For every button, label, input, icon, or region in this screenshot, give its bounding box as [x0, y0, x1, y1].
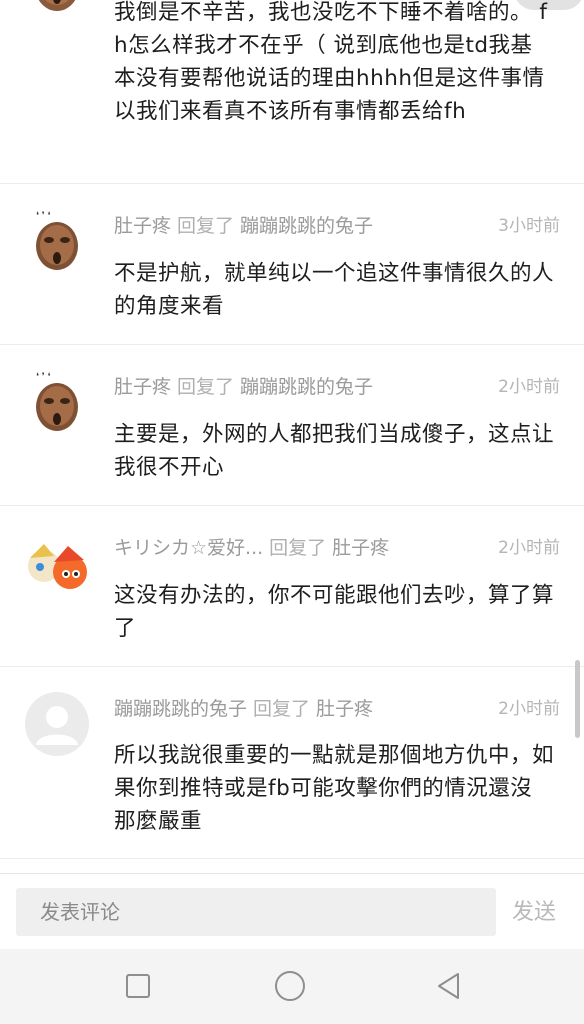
triangle-back-icon[interactable]: [432, 969, 466, 1003]
mask-avatar-icon[interactable]: ❛ ❜ ❛: [24, 369, 90, 435]
comment-text[interactable]: 不是护航，就单纯以一个追这件事情很久的人的角度来看: [114, 257, 554, 323]
comment-item: 我倒是不辛苦，我也没吃不下睡不着啥的。 fh怎么样我才不在乎（ 说到底他也是td…: [0, 0, 584, 184]
send-button[interactable]: 发送: [512, 894, 556, 926]
comment-item: ❛ ❜ ❛ 肚子疼 回复了 蹦蹦跳跳的兔子 3小时前 不是护航，就单纯以一个追这件事…: [0, 184, 584, 345]
svg-text:❛ ❜ ❛: ❛ ❜ ❛: [36, 211, 51, 221]
svg-text:❛ ❜ ❛: ❛ ❜ ❛: [36, 372, 51, 382]
reply-label: 回复了: [253, 698, 311, 720]
reply-label: 回复了: [177, 215, 235, 237]
system-navigation-bar: [0, 949, 584, 1024]
anime-avatar-icon[interactable]: [24, 536, 90, 602]
comment-input[interactable]: [16, 888, 496, 936]
reply-target-name[interactable]: 蹦蹦跳跳的兔子: [240, 372, 373, 399]
author-name[interactable]: 肚子疼: [114, 211, 171, 238]
comment-item: キリシカ☆爱好... 回复了 肚子疼 2小时前 这没有办法的，你不可能跟他们去吵，算…: [0, 506, 584, 667]
mask-avatar-icon[interactable]: [24, 0, 90, 16]
circle-home-icon[interactable]: [273, 969, 307, 1003]
comment-item: 蹦蹦跳跳的兔子 回复了 肚子疼 2小时前 所以我說很重要的一點就是那個地方仇中，如果…: [0, 667, 584, 859]
comment-meta: 肚子疼 回复了 蹦蹦跳跳的兔子 3小时前: [114, 211, 560, 241]
default-user-icon[interactable]: [24, 691, 90, 757]
comment-text[interactable]: 所以我說很重要的一點就是那個地方仇中，如果你到推特或是fb可能攻擊你們的情況還沒…: [114, 739, 554, 838]
comment-item: ❛ ❜ ❛ 肚子疼 回复了 蹦蹦跳跳的兔子 2小时前 主要是，外网的人都把我们当成傻…: [0, 345, 584, 506]
comment-feed[interactable]: 我倒是不辛苦，我也没吃不下睡不着啥的。 fh怎么样我才不在乎（ 说到底他也是td…: [0, 0, 584, 872]
comment-time: 2小时前: [498, 699, 560, 719]
scrollbar[interactable]: [575, 660, 580, 738]
reply-target-name[interactable]: 蹦蹦跳跳的兔子: [240, 211, 373, 238]
comment-text: 我倒是不辛苦，我也没吃不下睡不着啥的。 fh怎么样我才不在乎（ 说到底他也是td…: [114, 0, 548, 124]
comment-input-bar: 发送: [0, 873, 584, 949]
square-recent-apps-icon[interactable]: [121, 969, 155, 1003]
comment-text[interactable]: 主要是，外网的人都把我们当成傻子，这点让我很不开心: [114, 418, 554, 484]
comment-time: 2小时前: [498, 538, 560, 558]
reply-target-name[interactable]: 肚子疼: [332, 533, 389, 560]
mask-avatar-icon[interactable]: ❛ ❜ ❛: [24, 208, 90, 274]
comment-meta: キリシカ☆爱好... 回复了 肚子疼 2小时前: [114, 533, 560, 563]
comment-time: 3小时前: [498, 216, 560, 236]
comment-meta: 肚子疼 回复了 蹦蹦跳跳的兔子 2小时前: [114, 372, 560, 402]
reply-label: 回复了: [177, 376, 235, 398]
reply-target-name[interactable]: 肚子疼: [316, 694, 373, 721]
comment-meta: 蹦蹦跳跳的兔子 回复了 肚子疼 2小时前: [114, 694, 560, 724]
reply-label: 回复了: [269, 537, 327, 559]
author-name[interactable]: 肚子疼: [114, 372, 171, 399]
comment-time: 2小时前: [498, 377, 560, 397]
comment-text[interactable]: 这没有办法的，你不可能跟他们去吵，算了算了: [114, 579, 554, 645]
author-name[interactable]: 蹦蹦跳跳的兔子: [114, 694, 247, 721]
author-name[interactable]: キリシカ☆爱好...: [114, 533, 263, 560]
